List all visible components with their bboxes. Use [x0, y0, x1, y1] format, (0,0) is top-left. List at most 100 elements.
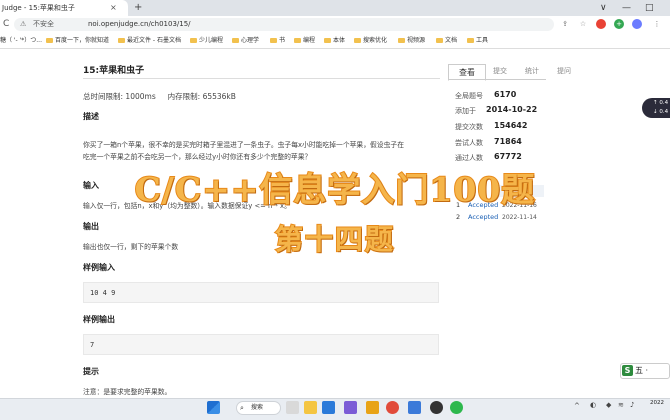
stat-label: 添加于 — [455, 107, 476, 115]
bookmark-item[interactable]: 百度一下，你就知道 — [46, 33, 109, 48]
download-speed: ↓ 0.4 — [653, 109, 669, 115]
bookmark-star-icon[interactable]: ☆ — [578, 19, 588, 29]
menu-dots-icon[interactable]: ⋮ — [652, 19, 662, 29]
bookmark-label: 少儿编程 — [199, 37, 224, 44]
stat-label: 尝试人数 — [455, 139, 483, 147]
bookmark-label: 本体 — [333, 37, 346, 44]
folder-icon — [467, 38, 474, 43]
new-tab-button[interactable]: + — [134, 0, 142, 16]
bookmark-item[interactable]: 书 — [270, 33, 285, 48]
sample-output-heading: 样例输出 — [83, 315, 115, 324]
tray-icon[interactable]: ◐ — [590, 401, 596, 409]
folder-icon — [436, 38, 443, 43]
app-icon[interactable] — [430, 401, 443, 414]
close-tab-icon[interactable]: × — [110, 0, 117, 16]
bookmark-label: 心理学 — [241, 37, 260, 44]
taskbar — [0, 398, 670, 420]
task-view-icon[interactable] — [286, 401, 299, 414]
hint-text: 注意：是要求完整的苹果数。 — [83, 388, 172, 396]
bookmark-item[interactable]: 少儿编程 — [190, 33, 223, 48]
sample-input-box: 10 4 9 — [83, 282, 439, 303]
extension-puzzle-icon[interactable]: + — [614, 19, 624, 29]
extension-icon[interactable] — [596, 19, 606, 29]
page-title: 15:苹果和虫子 — [83, 66, 145, 76]
file-explorer-icon[interactable] — [304, 401, 317, 414]
bookmark-item[interactable]: 编程 — [294, 33, 315, 48]
chrome-icon[interactable] — [386, 401, 399, 414]
bookmark-item[interactable]: 搜索优化 — [354, 33, 387, 48]
security-label[interactable]: 不安全 — [33, 18, 54, 31]
bookmark-item[interactable]: 工具 — [467, 33, 488, 48]
sample-input-heading: 样例输入 — [83, 263, 115, 272]
reload-icon[interactable]: C — [3, 16, 9, 33]
time-limit-label: 总时间限制: — [83, 92, 124, 101]
ime-logo-icon[interactable]: S — [622, 365, 633, 376]
bookmark-label: 最近文件 - 石墨文档 — [127, 37, 181, 44]
bookmark-label: 视频源 — [407, 37, 426, 44]
search-icon: ⌕ — [240, 404, 244, 412]
bookmark-label: 文档 — [445, 37, 458, 44]
hint-heading: 提示 — [83, 367, 99, 376]
url-text[interactable]: noi.openjudge.cn/ch0103/15/ — [88, 18, 191, 31]
tab-divider — [448, 79, 546, 80]
app-icon[interactable] — [344, 401, 357, 414]
bookmark-label: 书 — [279, 37, 286, 44]
bookmark-item[interactable]: 视频源 — [398, 33, 425, 48]
bookmark-label: 百度一下，你就知道 — [55, 37, 110, 44]
bookmark-item[interactable]: 糖（ '- '*）つ... — [0, 33, 42, 48]
stat-label: 提交次数 — [455, 123, 483, 131]
description-heading: 描述 — [83, 112, 99, 121]
stat-value: 71864 — [494, 137, 522, 146]
tab-stats[interactable]: 统计 — [518, 64, 546, 79]
bookmark-label: 搜索优化 — [363, 37, 388, 44]
upload-speed: ↑ 0.4 — [653, 100, 669, 106]
limits-line: 总时间限制: 1000ms 内存限制: 65536kB — [83, 91, 236, 102]
tab-submit[interactable]: 提交 — [486, 64, 514, 79]
bookmark-label: 编程 — [303, 37, 316, 44]
stat-value: 154642 — [494, 121, 528, 130]
folder-icon — [324, 38, 331, 43]
bookmark-label: 工具 — [476, 37, 489, 44]
tray-chevron-icon[interactable]: ^ — [574, 402, 580, 410]
bookmark-item[interactable]: 最近文件 - 石墨文档 — [118, 33, 181, 48]
vscode-icon[interactable] — [322, 401, 335, 414]
memory-limit-value: 65536kB — [202, 92, 236, 101]
sample-output-box: 7 — [83, 334, 439, 355]
profile-avatar-icon[interactable] — [632, 19, 642, 29]
wifi-icon[interactable]: ≋ — [618, 401, 624, 409]
folder-icon — [398, 38, 405, 43]
taskbar-clock[interactable]: 2022 — [650, 399, 664, 408]
tab-search-icon[interactable]: ∨ — [600, 0, 607, 16]
folder-icon — [270, 38, 277, 43]
browser-tab[interactable]: Judge - 15:苹果和虫子 — [0, 0, 128, 16]
ime-mode-label[interactable]: 五 · — [635, 363, 648, 379]
wechat-icon[interactable] — [450, 401, 463, 414]
time-limit-value: 1000ms — [125, 92, 156, 101]
divider — [83, 78, 440, 79]
stat-value: 67772 — [494, 152, 522, 161]
warning-icon[interactable]: ⚠ — [20, 18, 26, 31]
stat-label: 通过人数 — [455, 154, 483, 162]
windows-start-icon[interactable] — [207, 401, 220, 414]
maximize-button[interactable]: □ — [645, 0, 654, 16]
description-line: 你买了一箱n个苹果，很不幸的是买完时箱子里混进了一条虫子。虫子每x小时能吃掉一个… — [83, 141, 404, 149]
tray-icon[interactable]: ◆ — [606, 401, 611, 409]
folder-icon — [232, 38, 239, 43]
app-icon[interactable] — [366, 401, 379, 414]
folder-icon — [294, 38, 301, 43]
folder-icon — [118, 38, 125, 43]
bookmark-item[interactable]: 文档 — [436, 33, 457, 48]
folder-icon — [354, 38, 361, 43]
stat-value: 2014-10-22 — [486, 105, 538, 114]
word-icon[interactable] — [408, 401, 421, 414]
share-icon[interactable]: ⇪ — [560, 19, 570, 29]
bookmark-item[interactable]: 本体 — [324, 33, 345, 48]
tab-ask[interactable]: 提问 — [550, 64, 578, 79]
overlay-title: C/C++信息学入门100题 — [134, 169, 536, 210]
bookmark-item[interactable]: 心理学 — [232, 33, 259, 48]
minimize-button[interactable]: — — [622, 0, 631, 16]
overlay-subtitle: 第十四题 — [274, 222, 395, 257]
volume-icon[interactable]: ♪ — [630, 401, 634, 409]
stat-value: 6170 — [494, 90, 517, 99]
folder-icon — [46, 38, 53, 43]
